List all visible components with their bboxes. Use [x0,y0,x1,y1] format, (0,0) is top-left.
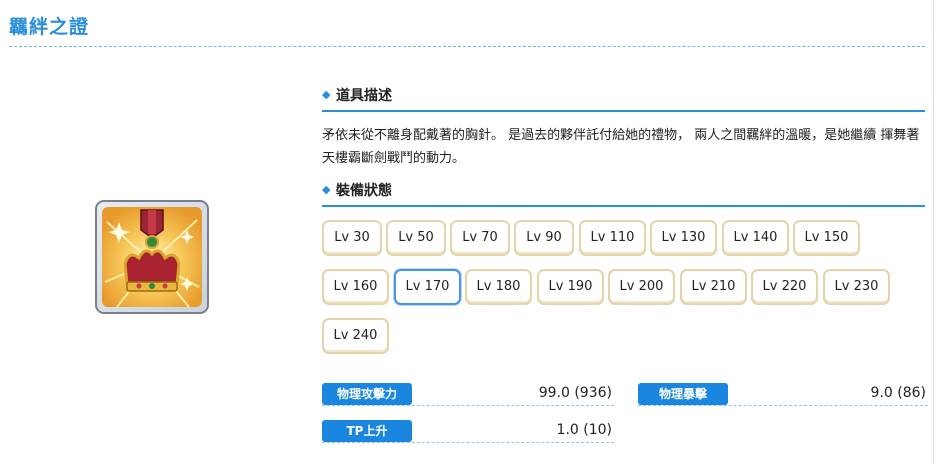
level-button[interactable]: Lv 130 [650,220,717,256]
equip-heading: 裝備狀態 [336,183,392,199]
stat-label-badge: TP上升 [322,420,412,442]
medal-crown-icon [95,200,209,314]
level-button[interactable]: Lv 210 [680,269,747,305]
level-button[interactable]: Lv 140 [722,220,789,256]
level-button[interactable]: Lv 160 [322,269,389,305]
stat-divider [322,442,614,443]
level-button[interactable]: Lv 220 [751,269,818,305]
stat-value: 1.0 (10) [556,422,612,438]
title-divider [9,46,925,47]
diamond-bullet-icon: ◆ [322,183,331,196]
stat-value: 9.0 (86) [870,385,926,401]
level-button[interactable]: Lv 30 [322,220,382,256]
stat-label-badge: 物理暴擊 [638,383,728,405]
description-heading: 道具描述 [336,88,392,104]
level-button[interactable]: Lv 110 [579,220,646,256]
level-button[interactable]: Lv 190 [537,269,604,305]
level-button[interactable]: Lv 50 [386,220,446,256]
diamond-bullet-icon: ◆ [322,88,331,101]
level-button[interactable]: Lv 240 [322,318,389,354]
level-button[interactable]: Lv 200 [608,269,675,305]
level-button[interactable]: Lv 70 [450,220,510,256]
stat-value: 99.0 (936) [538,385,612,401]
stat-divider [322,405,614,406]
level-button[interactable]: Lv 90 [514,220,574,256]
level-button[interactable]: Lv 150 [793,220,860,256]
level-button-selected[interactable]: Lv 170 [394,269,461,305]
equip-section-header: ◆ 裝備狀態 [322,179,925,207]
stat-label-badge: 物理攻擊力 [322,383,412,405]
page-title: 羈絆之證 [9,16,90,38]
level-button[interactable]: Lv 230 [823,269,890,305]
stat-divider [638,405,928,406]
item-description: 矛依未從不離身配戴著的胸針。 是過去的夥伴託付給她的禮物， 兩人之間羈絆的溫暖，… [322,128,920,166]
description-section-header: ◆ 道具描述 [322,84,925,112]
level-button[interactable]: Lv 180 [465,269,532,305]
